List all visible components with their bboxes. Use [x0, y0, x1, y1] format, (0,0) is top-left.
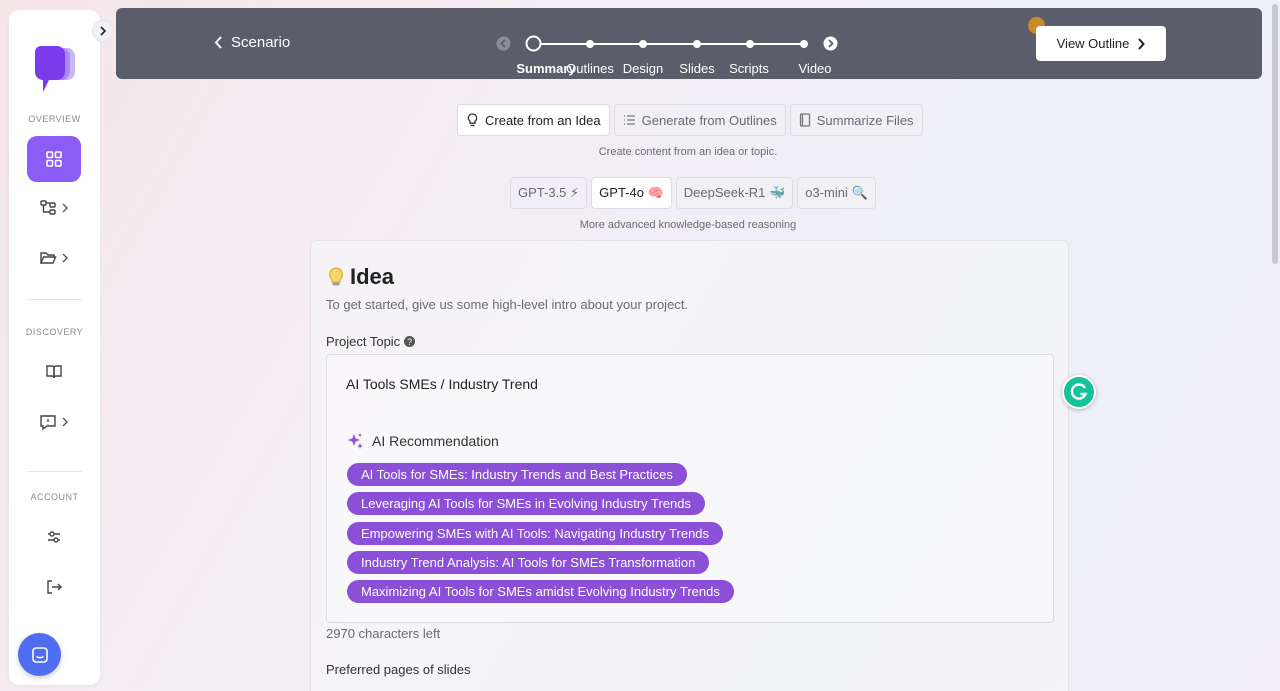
- step-label-slides[interactable]: Slides: [679, 61, 714, 76]
- sidebar-item-dashboard[interactable]: [27, 136, 81, 182]
- recommendation-chip[interactable]: Maximizing AI Tools for SMEs amidst Evol…: [347, 580, 734, 603]
- view-outline-button[interactable]: View Outline: [1036, 26, 1166, 61]
- section-label-discovery: DISCOVERY: [25, 327, 84, 337]
- back-to-scenario-button[interactable]: Scenario: [214, 34, 290, 51]
- lightbulb-icon: [329, 267, 343, 286]
- sidebar-divider: [27, 299, 82, 300]
- step-label-outlines[interactable]: Outlines: [566, 61, 614, 76]
- logout-icon: [47, 580, 62, 594]
- ai-recommendation-header: AI Recommendation: [346, 432, 499, 450]
- recommendation-chip[interactable]: Leveraging AI Tools for SMEs in Evolving…: [347, 492, 705, 515]
- step-current-marker[interactable]: [525, 35, 542, 52]
- tab-create-from-idea[interactable]: Create from an Idea: [457, 104, 610, 136]
- step-connector: [541, 43, 806, 45]
- workflow-stepper: Summary Outlines Design Slides Scripts V…: [496, 34, 856, 76]
- tree-structure-icon: [40, 200, 56, 215]
- grammarly-icon: [1070, 383, 1088, 400]
- project-topic-label: Project Topic ?: [326, 334, 416, 349]
- sidebar: OVERVIEW DISCOVERY ACCOUNT: [9, 10, 100, 685]
- idea-subtitle: To get started, give us some high-level …: [326, 297, 689, 312]
- tab-label: Generate from Outlines: [641, 112, 777, 128]
- tab-generate-from-outlines[interactable]: Generate from Outlines: [613, 104, 786, 136]
- step-label-design[interactable]: Design: [623, 61, 663, 76]
- ai-recommendation-label: AI Recommendation: [372, 433, 499, 449]
- sidebar-item-folders[interactable]: [27, 235, 81, 281]
- sidebar-item-feedback[interactable]: [27, 399, 81, 445]
- sliders-icon: [48, 531, 60, 543]
- model-selector: GPT-3.5 ⚡ GPT-4o 🧠 DeepSeek-R1 🐳 o3-mini…: [510, 177, 876, 209]
- model-hint: More advanced knowledge-based reasoning: [579, 219, 797, 231]
- sidebar-collapse-button[interactable]: [92, 20, 114, 42]
- characters-left: 2970 characters left: [326, 626, 441, 641]
- project-topic-input[interactable]: AI Tools SMEs / Industry Trend AI Recomm…: [326, 354, 1054, 623]
- tab-summarize-files[interactable]: Summarize Files: [789, 104, 923, 136]
- model-o3-mini[interactable]: o3-mini 🔍: [797, 177, 876, 209]
- idea-title: Idea: [326, 264, 394, 290]
- chevron-left-icon: [214, 36, 222, 49]
- grammarly-button[interactable]: [1062, 375, 1096, 409]
- support-chat-button[interactable]: [18, 633, 61, 676]
- step-label-video[interactable]: Video: [798, 61, 831, 76]
- next-step-icon[interactable]: [823, 36, 838, 51]
- step-dot-design[interactable]: [639, 40, 647, 48]
- step-dot-outlines[interactable]: [586, 40, 594, 48]
- creation-mode-tabs: Create from an Idea Generate from Outlin…: [457, 104, 923, 136]
- mode-hint: Create content from an idea or topic.: [598, 146, 778, 158]
- lightbulb-icon: [467, 113, 478, 127]
- back-label: Scenario: [231, 34, 291, 51]
- chevron-right-icon: [62, 417, 68, 427]
- section-label-overview: OVERVIEW: [28, 114, 81, 124]
- tab-label: Summarize Files: [816, 112, 914, 128]
- sidebar-item-settings[interactable]: [27, 514, 81, 560]
- section-label-account: ACCOUNT: [30, 492, 79, 502]
- recommendation-chip[interactable]: AI Tools for SMEs: Industry Trends and B…: [347, 463, 687, 486]
- recommendation-chip[interactable]: Empowering SMEs with AI Tools: Navigatin…: [347, 522, 724, 545]
- page-scrollbar[interactable]: [1272, 4, 1278, 264]
- message-alert-icon: [40, 415, 56, 431]
- project-topic-value[interactable]: AI Tools SMEs / Industry Trend: [346, 376, 538, 392]
- chevron-right-icon: [62, 203, 68, 213]
- model-gpt-3-5[interactable]: GPT-3.5 ⚡: [510, 177, 588, 209]
- workflow-topbar: Scenario Summary Outlines Design Slides …: [116, 8, 1262, 79]
- model-deepseek-r1[interactable]: DeepSeek-R1 🐳: [675, 177, 794, 209]
- sparkles-icon: [348, 433, 363, 449]
- step-dot-scripts[interactable]: [746, 40, 754, 48]
- recommendation-chip[interactable]: Industry Trend Analysis: AI Tools for SM…: [347, 551, 710, 574]
- step-label-scripts[interactable]: Scripts: [729, 61, 769, 76]
- previous-step-icon[interactable]: [496, 36, 511, 51]
- book-open-icon: [46, 365, 62, 379]
- chevron-right-icon: [62, 253, 68, 263]
- step-dot-video[interactable]: [800, 40, 808, 48]
- chevron-right-icon: [1138, 37, 1146, 50]
- step-dot-slides[interactable]: [693, 40, 701, 48]
- sidebar-item-library[interactable]: [27, 349, 81, 395]
- folder-open-icon: [39, 252, 57, 264]
- project-topic-label-text: Project Topic: [326, 334, 401, 349]
- chevron-right-icon: [100, 26, 107, 36]
- idea-title-text: Idea: [350, 264, 395, 289]
- model-gpt-4o[interactable]: GPT-4o 🧠: [591, 177, 672, 209]
- tab-label: Create from an Idea: [485, 112, 601, 128]
- list-icon: [623, 115, 635, 125]
- view-outline-label: View Outline: [1056, 36, 1130, 51]
- sidebar-divider: [27, 471, 82, 472]
- app-logo: [35, 46, 75, 92]
- preferred-pages-label: Preferred pages of slides: [326, 662, 471, 677]
- book-icon: [799, 113, 810, 127]
- sidebar-item-logout[interactable]: [27, 564, 81, 610]
- chat-icon: [31, 646, 48, 663]
- help-icon[interactable]: ?: [404, 336, 416, 347]
- idea-card: Idea To get started, give us some high-l…: [310, 240, 1069, 691]
